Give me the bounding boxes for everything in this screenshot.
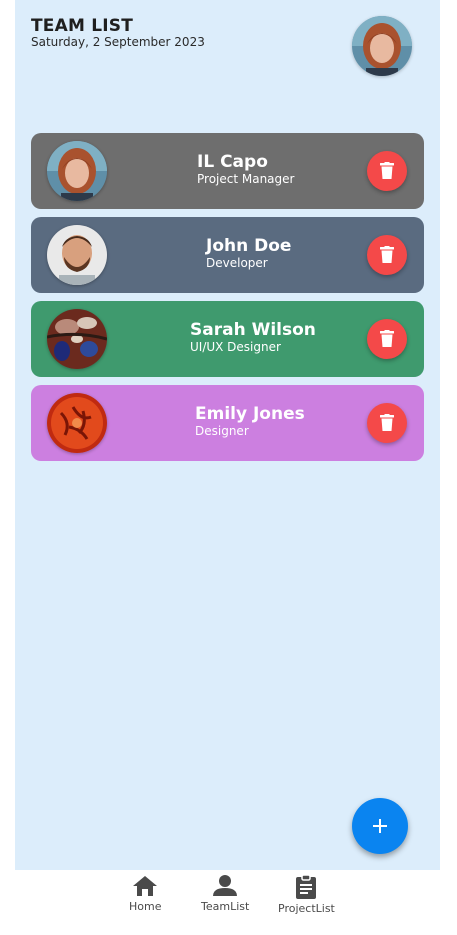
member-avatar — [47, 393, 107, 453]
team-card[interactable]: John Doe Developer — [31, 217, 424, 293]
add-member-button[interactable] — [352, 798, 408, 854]
nav-teamlist[interactable]: TeamList — [201, 874, 249, 913]
trash-icon — [380, 162, 394, 179]
bottom-navigation: Home TeamList ProjectList — [0, 870, 457, 935]
plus-icon — [373, 819, 387, 833]
nav-home[interactable]: Home — [129, 874, 161, 913]
team-list-screen: TEAM LIST Saturday, 2 September 2023 IL … — [15, 0, 440, 870]
member-role: Designer — [195, 424, 249, 438]
member-name: John Doe — [206, 236, 292, 256]
nav-teamlist-label: TeamList — [201, 900, 250, 913]
profile-avatar[interactable] — [352, 16, 412, 76]
delete-button[interactable] — [367, 151, 407, 191]
trash-icon — [380, 414, 394, 431]
trash-icon — [380, 330, 394, 347]
nav-projectlist[interactable]: ProjectList — [278, 874, 335, 915]
home-icon — [133, 876, 158, 896]
page-title: TEAM LIST — [31, 16, 133, 36]
team-card[interactable]: Emily Jones Designer — [31, 385, 424, 461]
trash-icon — [380, 246, 394, 263]
delete-button[interactable] — [367, 319, 407, 359]
team-card[interactable]: IL Capo Project Manager — [31, 133, 424, 209]
member-avatar — [47, 225, 107, 285]
current-date: Saturday, 2 September 2023 — [31, 35, 205, 49]
member-role: UI/UX Designer — [190, 340, 281, 354]
delete-button[interactable] — [367, 403, 407, 443]
member-avatar — [47, 309, 107, 369]
member-avatar — [47, 141, 107, 201]
clipboard-icon — [296, 874, 317, 899]
member-name: IL Capo — [197, 152, 268, 172]
person-icon — [213, 875, 238, 896]
nav-projectlist-label: ProjectList — [278, 902, 335, 915]
team-card[interactable]: Sarah Wilson UI/UX Designer — [31, 301, 424, 377]
member-role: Project Manager — [197, 172, 295, 186]
nav-home-label: Home — [129, 900, 162, 913]
member-role: Developer — [206, 256, 268, 270]
member-name: Emily Jones — [195, 404, 305, 424]
member-name: Sarah Wilson — [190, 320, 316, 340]
delete-button[interactable] — [367, 235, 407, 275]
